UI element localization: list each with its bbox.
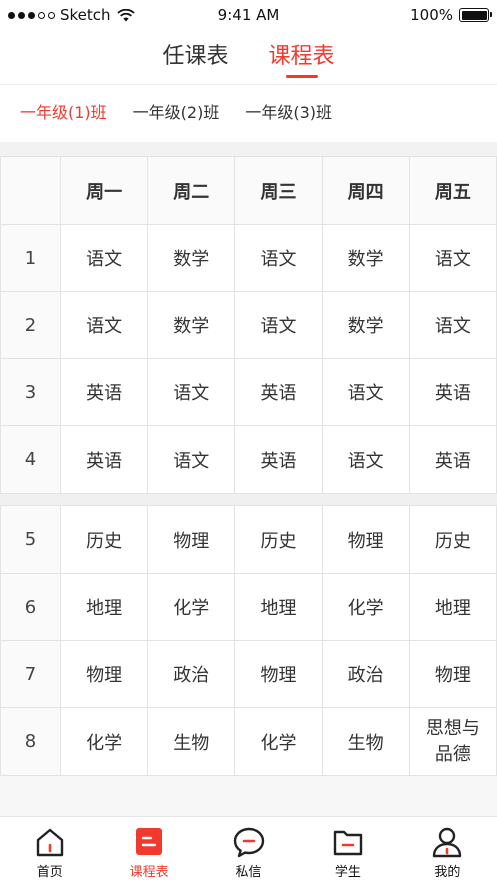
course-cell[interactable]: 生物 <box>147 707 236 776</box>
course-cell[interactable]: 数学 <box>147 291 236 359</box>
course-cell[interactable]: 语文 <box>321 425 410 494</box>
message-icon <box>233 827 264 858</box>
nav-students[interactable]: 学生 <box>298 817 397 883</box>
table-row: 6 地理 化学 地理 化学 地理 <box>0 573 497 641</box>
period-number: 3 <box>0 358 61 426</box>
course-cell[interactable]: 数学 <box>321 224 410 292</box>
nav-messages-label: 私信 <box>235 865 262 880</box>
day-header: 周三 <box>234 156 323 225</box>
class-tab-bar: 一年级(1)班 一年级(2)班 一年级(3)班 <box>20 98 332 128</box>
folder-icon <box>333 830 363 856</box>
day-header: 周五 <box>408 156 497 225</box>
course-cell[interactable]: 语文 <box>59 224 149 292</box>
course-cell[interactable]: 英语 <box>408 425 497 494</box>
table-row: 4 英语 语文 英语 语文 英语 <box>0 425 497 494</box>
nav-students-label: 学生 <box>334 865 361 880</box>
course-cell[interactable]: 政治 <box>321 640 410 708</box>
day-header: 周二 <box>147 156 236 225</box>
table-row: 7 物理 政治 物理 政治 物理 <box>0 640 497 708</box>
course-cell[interactable]: 物理 <box>59 640 149 708</box>
battery-percent: 100% <box>410 6 453 24</box>
period-number: 4 <box>0 425 61 494</box>
home-icon <box>36 828 63 857</box>
lunch-break-divider <box>0 494 497 505</box>
course-cell[interactable]: 历史 <box>59 505 149 574</box>
course-cell[interactable]: 语文 <box>147 425 236 494</box>
period-number: 1 <box>0 224 61 292</box>
tab-class-1[interactable]: 一年级(1)班 <box>20 98 107 128</box>
period-number: 5 <box>0 505 61 574</box>
period-number: 8 <box>0 707 61 776</box>
table-row: 2 语文 数学 语文 数学 语文 <box>0 291 497 359</box>
schedule-icon <box>136 828 163 855</box>
period-number: 2 <box>0 291 61 359</box>
course-cell[interactable]: 地理 <box>234 573 323 641</box>
schedule-table-morning: 周一 周二 周三 周四 周五 1 语文 数学 语文 数学 语文 2 语文 数学 … <box>0 156 497 494</box>
course-cell[interactable]: 生物 <box>321 707 410 776</box>
course-cell[interactable]: 语文 <box>408 224 497 292</box>
course-cell[interactable]: 语文 <box>59 291 149 359</box>
schedule-table-afternoon: 5 历史 物理 历史 物理 历史 6 地理 化学 地理 化学 地理 7 物理 政… <box>0 505 497 776</box>
bottom-tab-bar: 首页 课程表 私信 学生 我的 <box>0 816 497 883</box>
course-cell[interactable]: 语文 <box>147 358 236 426</box>
nav-profile-label: 我的 <box>434 865 461 880</box>
course-cell[interactable]: 地理 <box>408 573 497 641</box>
nav-home[interactable]: 首页 <box>0 817 99 883</box>
nav-schedule-label: 课程表 <box>129 865 169 880</box>
tab-class-2[interactable]: 一年级(2)班 <box>133 98 220 128</box>
course-cell[interactable]: 英语 <box>234 358 323 426</box>
course-cell[interactable]: 语文 <box>321 358 410 426</box>
course-cell[interactable]: 英语 <box>234 425 323 494</box>
top-tab-bar: 任课表 课程表 <box>0 38 497 82</box>
course-cell[interactable]: 物理 <box>321 505 410 574</box>
course-cell[interactable]: 化学 <box>59 707 149 776</box>
tab-teaching-schedule[interactable]: 任课表 <box>162 38 228 78</box>
table-header-row: 周一 周二 周三 周四 周五 <box>0 156 497 225</box>
course-cell[interactable]: 语文 <box>408 291 497 359</box>
course-cell[interactable]: 物理 <box>147 505 236 574</box>
course-cell[interactable]: 化学 <box>147 573 236 641</box>
course-cell[interactable]: 英语 <box>408 358 497 426</box>
section-spacer <box>0 142 497 156</box>
course-cell[interactable]: 数学 <box>147 224 236 292</box>
course-cell[interactable]: 地理 <box>59 573 149 641</box>
course-cell[interactable]: 历史 <box>408 505 497 574</box>
tab-course-schedule[interactable]: 课程表 <box>269 38 335 78</box>
table-row: 1 语文 数学 语文 数学 语文 <box>0 224 497 292</box>
table-row: 8 化学 生物 化学 生物 思想与 品德 <box>0 707 497 776</box>
day-header: 周四 <box>321 156 410 225</box>
course-cell[interactable]: 语文 <box>234 224 323 292</box>
course-cell[interactable]: 物理 <box>408 640 497 708</box>
period-number: 6 <box>0 573 61 641</box>
period-number: 7 <box>0 640 61 708</box>
course-cell[interactable]: 化学 <box>234 707 323 776</box>
day-header: 周一 <box>59 156 149 225</box>
battery-status: 100% <box>410 6 492 24</box>
profile-icon <box>433 827 462 858</box>
course-cell[interactable]: 英语 <box>59 425 149 494</box>
course-cell[interactable]: 化学 <box>321 573 410 641</box>
course-cell[interactable]: 物理 <box>234 640 323 708</box>
nav-profile[interactable]: 我的 <box>398 817 497 883</box>
course-cell[interactable]: 语文 <box>234 291 323 359</box>
header-divider <box>0 84 497 85</box>
bottom-spacer <box>0 776 497 816</box>
course-cell[interactable]: 思想与 品德 <box>408 707 497 776</box>
course-cell[interactable]: 英语 <box>59 358 149 426</box>
nav-messages[interactable]: 私信 <box>199 817 298 883</box>
status-bar: Sketch 9:41 AM 100% <box>0 0 497 30</box>
table-row: 5 历史 物理 历史 物理 历史 <box>0 505 497 574</box>
course-cell[interactable]: 数学 <box>321 291 410 359</box>
battery-icon <box>459 8 492 22</box>
course-cell[interactable]: 政治 <box>147 640 236 708</box>
nav-schedule[interactable]: 课程表 <box>99 817 198 883</box>
header-corner-cell <box>0 156 61 225</box>
tab-class-3[interactable]: 一年级(3)班 <box>245 98 332 128</box>
table-row: 3 英语 语文 英语 语文 英语 <box>0 358 497 426</box>
course-cell[interactable]: 历史 <box>234 505 323 574</box>
nav-home-label: 首页 <box>36 865 63 880</box>
